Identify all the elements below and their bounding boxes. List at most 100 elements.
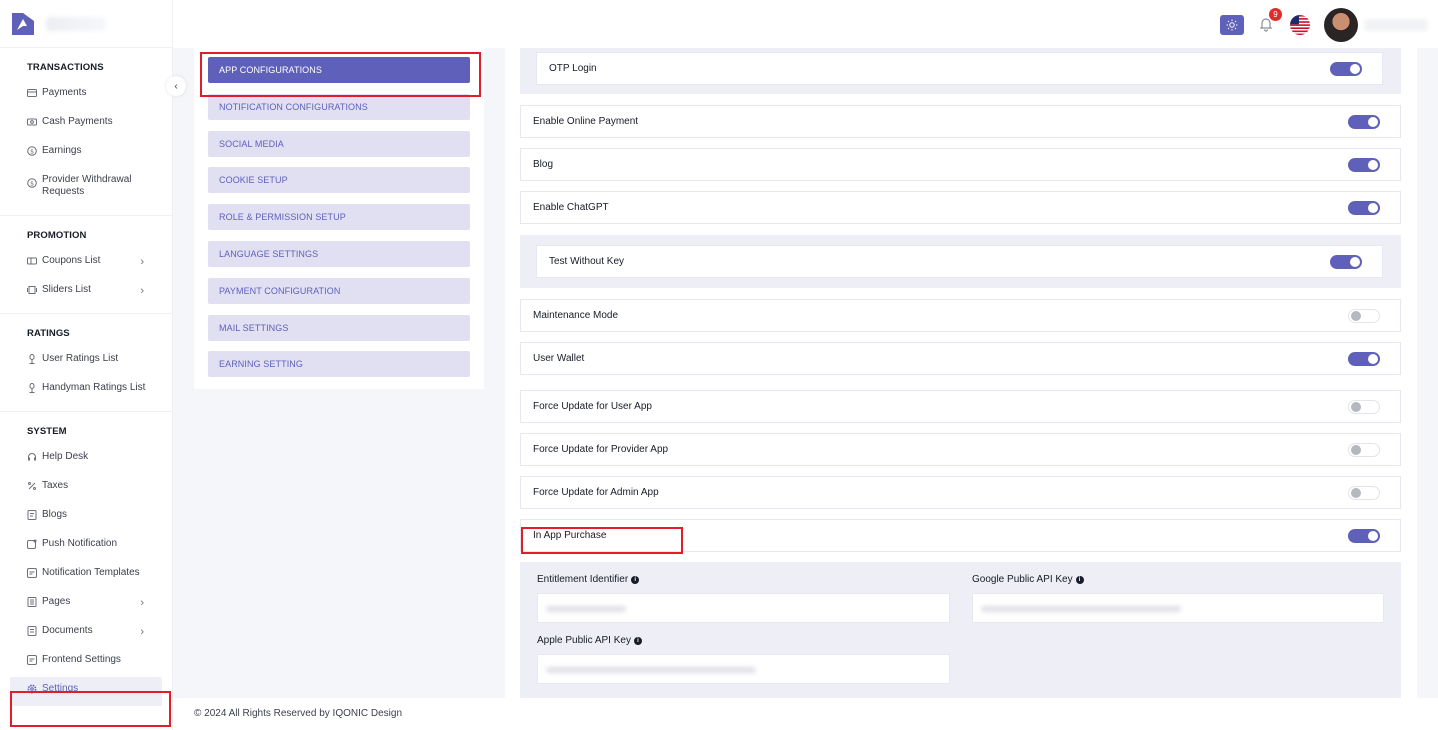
google-public-api-key-input[interactable] (972, 593, 1384, 623)
info-icon[interactable]: i (1075, 575, 1084, 584)
theme-toggle-button[interactable] (1220, 15, 1244, 35)
sidebar-item-label: Help Desk (42, 451, 89, 462)
sidebar-item-label: Push Notification (42, 538, 118, 549)
online-payment-toggle[interactable] (1348, 114, 1380, 129)
force-update-user-toggle[interactable] (1348, 399, 1380, 414)
settings-tab-mail-settings[interactable]: MAIL SETTINGS (208, 314, 470, 341)
settings-tab-cookie-setup[interactable]: COOKIE SETUP (208, 167, 470, 194)
sidebar-section-system: SYSTEM Help Desk Taxes Blogs Push Notifi… (0, 412, 172, 712)
chevron-left-icon: ‹ (174, 80, 178, 92)
setting-row-chatgpt: Enable ChatGPT (520, 191, 1401, 224)
coupon-icon (27, 256, 37, 266)
in-app-purchase-toggle[interactable] (1348, 528, 1380, 543)
sidebar-item-sliders[interactable]: Sliders List › (0, 278, 172, 307)
setting-row-blog: Blog (520, 148, 1401, 181)
language-flag-us-icon[interactable] (1290, 15, 1310, 35)
sidebar-item-label: Cash Payments (42, 116, 113, 127)
setting-label: User Wallet (533, 353, 585, 364)
setting-row-force-update-admin: Force Update for Admin App (520, 476, 1401, 509)
sidebar-heading: RATINGS (27, 328, 70, 339)
otp-subgroup: OTP Login (520, 48, 1401, 94)
user-avatar[interactable] (1324, 8, 1358, 42)
gear-icon (27, 684, 37, 694)
sidebar-item-handyman-ratings[interactable]: Handyman Ratings List (0, 376, 172, 405)
setting-row-force-update-provider: Force Update for Provider App (520, 433, 1401, 466)
sidebar-item-payments[interactable]: Payments (0, 81, 172, 110)
sidebar-item-label: Pages (42, 596, 71, 607)
redacted-value (546, 667, 756, 673)
sidebar-collapse-button[interactable]: ‹ (166, 76, 186, 96)
setting-row-otp-login: OTP Login (536, 52, 1383, 85)
sidebar-item-documents[interactable]: Documents › (0, 619, 172, 648)
setting-row-test-without-key: Test Without Key (536, 245, 1383, 278)
blog-toggle[interactable] (1348, 157, 1380, 172)
settings-tab-earning-setting[interactable]: EARNING SETTING (208, 351, 470, 378)
logo-icon (10, 11, 36, 37)
cash-icon (27, 117, 37, 127)
notification-bell-button[interactable]: 9 (1258, 8, 1282, 34)
sidebar-item-label: Handyman Ratings List (42, 382, 146, 393)
chevron-right-icon: › (140, 597, 144, 609)
otp-login-toggle[interactable] (1330, 61, 1362, 76)
setting-label: Test Without Key (549, 256, 625, 267)
user-wallet-toggle[interactable] (1348, 351, 1380, 366)
sidebar-item-push-notification[interactable]: Push Notification (0, 532, 172, 561)
sidebar-item-settings[interactable]: Settings (10, 677, 162, 706)
settings-tab-app-configurations[interactable]: APP CONFIGURATIONS (208, 57, 470, 83)
info-icon[interactable]: i (633, 636, 642, 645)
info-icon[interactable]: i (631, 575, 640, 584)
sidebar-item-coupons[interactable]: Coupons List › (0, 249, 172, 278)
sidebar-section-ratings: RATINGS User Ratings List Handyman Ratin… (0, 314, 172, 412)
sidebar-heading: SYSTEM (27, 426, 67, 437)
sidebar-item-label: Documents (42, 625, 93, 636)
force-update-admin-toggle[interactable] (1348, 485, 1380, 500)
settings-tab-social-media[interactable]: SOCIAL MEDIA (208, 130, 470, 157)
sidebar-logo[interactable] (0, 0, 172, 48)
sidebar-item-label: Frontend Settings (42, 654, 121, 665)
entitlement-identifier-input[interactable] (537, 593, 950, 623)
sidebar-item-frontend-settings[interactable]: Frontend Settings (0, 648, 172, 677)
sidebar-item-label: Settings (42, 683, 79, 694)
sidebar-item-user-ratings[interactable]: User Ratings List (0, 347, 172, 376)
sidebar-item-provider-withdrawal[interactable]: $ Provider Withdrawal Requests (0, 168, 172, 209)
in-app-purchase-fields: Entitlement Identifier i Google Public A… (520, 562, 1401, 698)
sidebar-item-label: User Ratings List (42, 353, 119, 364)
sidebar-item-help-desk[interactable]: Help Desk (0, 445, 172, 474)
dollar-circle-icon: $ (27, 178, 37, 188)
settings-tab-payment-configuration[interactable]: PAYMENT CONFIGURATION (208, 277, 470, 304)
maintenance-mode-toggle[interactable] (1348, 308, 1380, 323)
test-without-key-toggle[interactable] (1330, 254, 1362, 269)
brand-name-redacted (46, 16, 106, 31)
sidebar-item-label: Notification Templates (42, 567, 140, 578)
chatgpt-toggle[interactable] (1348, 200, 1380, 215)
app-configuration-panel: OTP Login Enable Online Payment Blog Ena… (505, 48, 1417, 698)
setting-label: Enable ChatGPT (533, 202, 609, 213)
setting-label: Force Update for Admin App (533, 487, 659, 498)
header-actions: 9 (1220, 8, 1428, 42)
document-icon (27, 626, 37, 636)
setting-label: OTP Login (549, 63, 597, 74)
sidebar-item-blogs[interactable]: Blogs (0, 503, 172, 532)
entitlement-identifier-label: Entitlement Identifier i (537, 574, 640, 585)
sidebar-item-label: Sliders List (42, 284, 91, 295)
sidebar-item-taxes[interactable]: Taxes (0, 474, 172, 503)
settings-menu: APP CONFIGURATIONS NOTIFICATION CONFIGUR… (194, 48, 484, 389)
chevron-right-icon: › (140, 285, 144, 297)
sidebar-item-notification-templates[interactable]: Notification Templates (0, 561, 172, 590)
apple-public-api-key-input[interactable] (537, 654, 950, 684)
svg-text:$: $ (30, 180, 34, 187)
setting-row-user-wallet: User Wallet (520, 342, 1401, 375)
main-content: APP CONFIGURATIONS NOTIFICATION CONFIGUR… (173, 48, 1438, 698)
settings-tab-role-permission[interactable]: ROLE & PERMISSION SETUP (208, 204, 470, 231)
sidebar-heading: TRANSACTIONS (27, 62, 104, 73)
settings-tab-language-settings[interactable]: LANGUAGE SETTINGS (208, 240, 470, 267)
chevron-right-icon: › (140, 626, 144, 638)
rating-icon (27, 354, 37, 364)
sidebar-item-earnings[interactable]: $ Earnings (0, 139, 172, 168)
sidebar-item-pages[interactable]: Pages › (0, 590, 172, 619)
force-update-provider-toggle[interactable] (1348, 442, 1380, 457)
settings-tab-notification-configurations[interactable]: NOTIFICATION CONFIGURATIONS (208, 93, 470, 120)
sidebar-item-cash-payments[interactable]: Cash Payments (0, 110, 172, 139)
svg-text:$: $ (30, 148, 34, 155)
sidebar-item-label: Blogs (42, 509, 68, 520)
